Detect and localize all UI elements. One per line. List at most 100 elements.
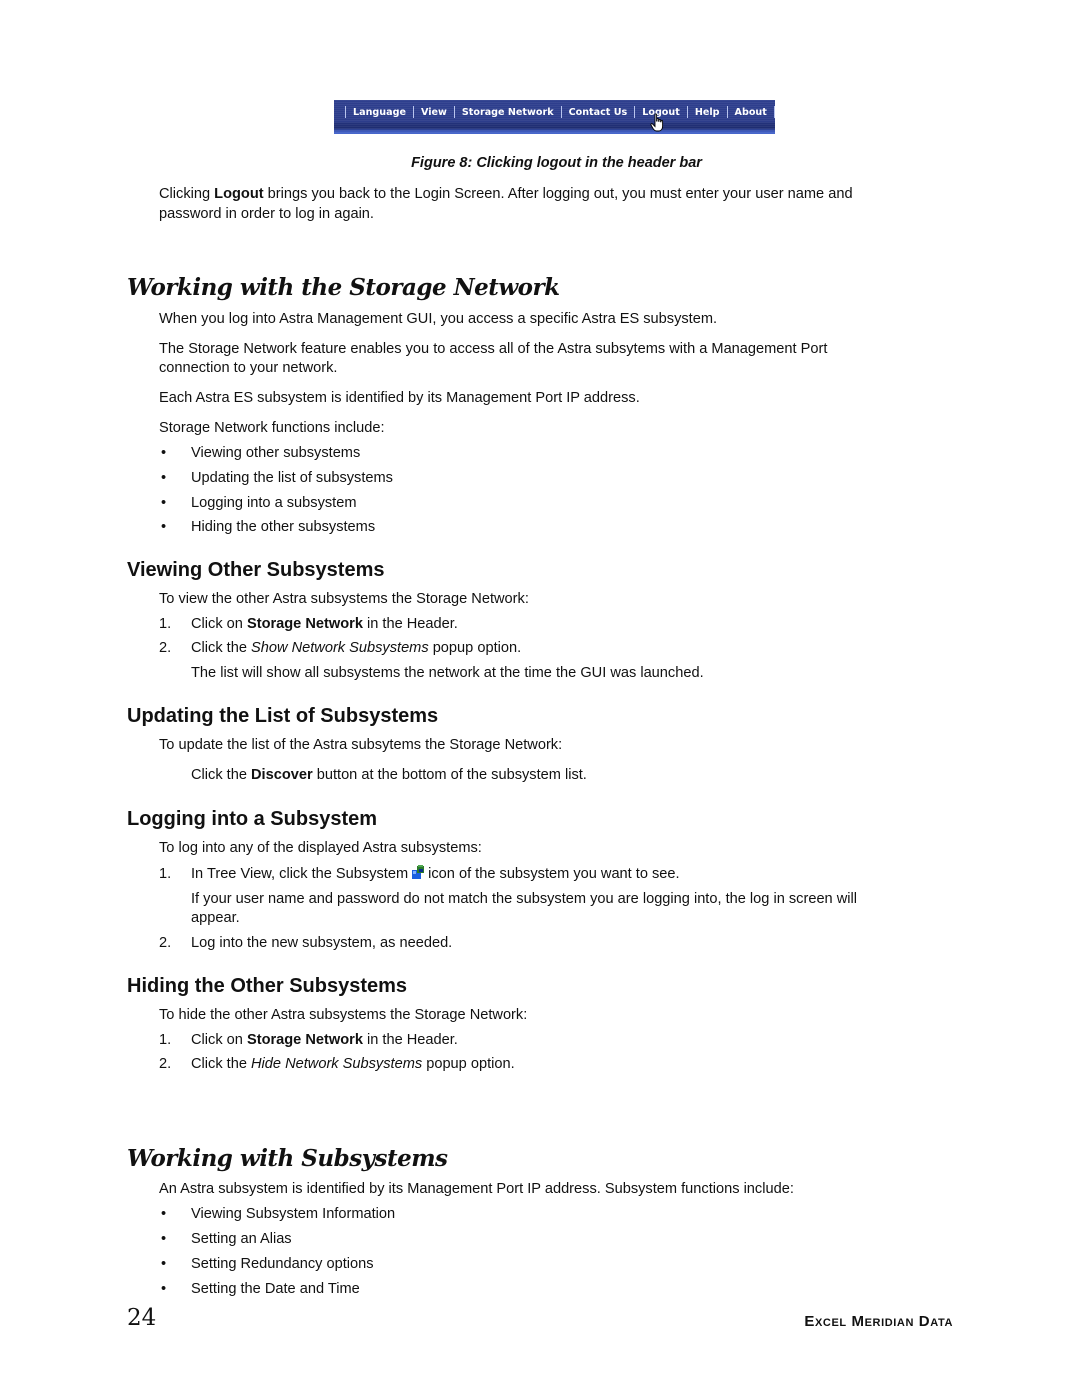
text: In Tree View, click the Subsystem: [191, 866, 409, 882]
step: 2. Click the Hide Network Subsystems popu…: [159, 1054, 515, 1074]
subsection-heading: Updating the List of Subsystems: [127, 705, 439, 727]
paragraph: To update the list of the Astra subsytem…: [159, 737, 563, 753]
list-item-text: Viewing other subsystems: [191, 445, 361, 461]
list-item-text: Setting Redundancy options: [191, 1256, 374, 1272]
list-item: • Setting the Date and Time: [159, 1279, 360, 1299]
menu-item-help[interactable]: Help: [695, 107, 720, 118]
text: Log into the new subsystem, as needed.: [191, 935, 453, 951]
list-item: • Setting Redundancy options: [159, 1254, 374, 1274]
menu-separator: [560, 106, 562, 118]
menu-separator: [634, 106, 636, 118]
figure-caption: Figure 8: Clicking logout in the header …: [411, 155, 702, 171]
menu-item-contact-us[interactable]: Contact Us: [569, 107, 628, 118]
text: Click the: [191, 1056, 252, 1072]
bullet: •: [161, 470, 167, 486]
list-item: • Updating the list of subsystems: [159, 468, 393, 488]
list-item-text: Logging into a subsystem: [191, 495, 357, 511]
menu-separator: [726, 106, 728, 118]
step-note: The list will show all subsystems the ne…: [191, 665, 704, 681]
step: Click the Discover button at the bottom …: [191, 765, 587, 785]
menu-item-language[interactable]: Language: [353, 107, 406, 118]
logout-paragraph-line1: Clicking Logout brings you back to the L…: [159, 184, 853, 204]
page-number: 24: [127, 1305, 157, 1331]
step-note: If your user name and password do not ma…: [191, 891, 857, 907]
bullet: •: [161, 519, 167, 535]
paragraph: When you log into Astra Management GUI, …: [159, 311, 718, 327]
text: button at the bottom of the subsystem li…: [312, 767, 587, 783]
step-number: 1.: [159, 866, 172, 882]
menu-separator: [686, 106, 688, 118]
bold-term: Storage Network: [246, 616, 363, 632]
list-item: • Viewing other subsystems: [159, 443, 360, 463]
italic-term: Hide Network Subsystems: [251, 1056, 423, 1072]
step-number: 1.: [159, 1032, 172, 1048]
text: popup option.: [422, 1056, 515, 1072]
list-item: • Logging into a subsystem: [159, 493, 357, 513]
text: icon of the subsystem you want to see.: [428, 866, 680, 882]
text: in the Header.: [362, 1032, 458, 1048]
step-number: 2.: [159, 640, 172, 656]
bullet: •: [161, 495, 167, 511]
menu-separator: [453, 106, 455, 118]
subsection-heading: Hiding the Other Subsystems: [127, 975, 408, 997]
step: 2. Log into the new subsystem, as needed.: [159, 933, 452, 953]
paragraph: To log into any of the displayed Astra s…: [159, 840, 482, 856]
step: 1. Click on Storage Network in the Header…: [159, 1030, 458, 1050]
bullet: •: [161, 1281, 167, 1297]
text: Click the: [191, 767, 252, 783]
italic-term: Show Network Subsystems: [251, 640, 429, 656]
list-item: • Viewing Subsystem Information: [159, 1204, 395, 1224]
bullet: •: [161, 1206, 167, 1222]
list-item-text: Updating the list of subsystems: [191, 470, 393, 486]
subsection-heading: Viewing Other Subsystems: [127, 559, 385, 581]
text: in the Header.: [362, 616, 458, 632]
bullet: •: [161, 1256, 167, 1272]
list-item: • Hiding the other subsystems: [159, 517, 375, 537]
paragraph: To hide the other Astra subsystems the S…: [159, 1007, 528, 1023]
step: 2. Click the Show Network Subsystems popu…: [159, 638, 521, 658]
step: 1. Click on Storage Network in the Header…: [159, 614, 458, 634]
step: 1. In Tree View, click the Subsystem icon …: [159, 864, 680, 884]
logout-paragraph-line2: password in order to log in again.: [159, 206, 374, 222]
paragraph: An Astra subsystem is identified by its …: [159, 1181, 794, 1197]
subsystem-icon: [411, 864, 425, 880]
step-number: 1.: [159, 616, 172, 632]
text: Click on: [191, 1032, 247, 1048]
bullet: •: [161, 445, 167, 461]
menu-item-view[interactable]: View: [421, 107, 447, 118]
subsection-heading: Logging into a Subsystem: [127, 808, 378, 830]
header-bar-menu: Language View Storage Network Contact Us…: [338, 105, 782, 119]
menu-separator: [412, 106, 414, 118]
menu-item-storage-network[interactable]: Storage Network: [462, 107, 554, 118]
list-item-text: Setting the Date and Time: [191, 1281, 360, 1297]
list-item-text: Setting an Alias: [191, 1231, 292, 1247]
step-note: appear.: [191, 910, 240, 926]
bold-term: Discover: [251, 767, 313, 783]
text: brings you back to the Login Screen. Aft…: [263, 186, 853, 202]
text: popup option.: [428, 640, 522, 656]
list-item: • Setting an Alias: [159, 1229, 292, 1249]
list-item-text: Viewing Subsystem Information: [191, 1206, 396, 1222]
section-heading: Working with Subsystems: [127, 1145, 448, 1172]
bold-term: Logout: [214, 186, 264, 202]
paragraph: connection to your network.: [159, 360, 338, 376]
header-bar-figure: Language View Storage Network Contact Us…: [334, 100, 775, 134]
text: Clicking: [159, 186, 215, 202]
step-number: 2.: [159, 935, 172, 951]
bullet: •: [161, 1231, 167, 1247]
list-item-text: Hiding the other subsystems: [191, 519, 376, 535]
footer-brand: Excel Meridian Data: [804, 1313, 953, 1330]
step-number: 2.: [159, 1056, 172, 1072]
paragraph: The Storage Network feature enables you …: [159, 341, 828, 357]
menu-item-about[interactable]: About: [735, 107, 767, 118]
section-heading: Working with the Storage Network: [127, 274, 560, 301]
text: Click the: [191, 640, 252, 656]
paragraph: Each Astra ES subsystem is identified by…: [159, 390, 640, 406]
text: Click on: [191, 616, 247, 632]
paragraph: Storage Network functions include:: [159, 420, 385, 436]
hand-pointer-cursor-icon: [650, 113, 664, 132]
menu-separator: [345, 106, 346, 118]
paragraph: To view the other Astra subsystems the S…: [159, 591, 529, 607]
menu-separator: [773, 106, 775, 118]
bold-term: Storage Network: [246, 1032, 363, 1048]
